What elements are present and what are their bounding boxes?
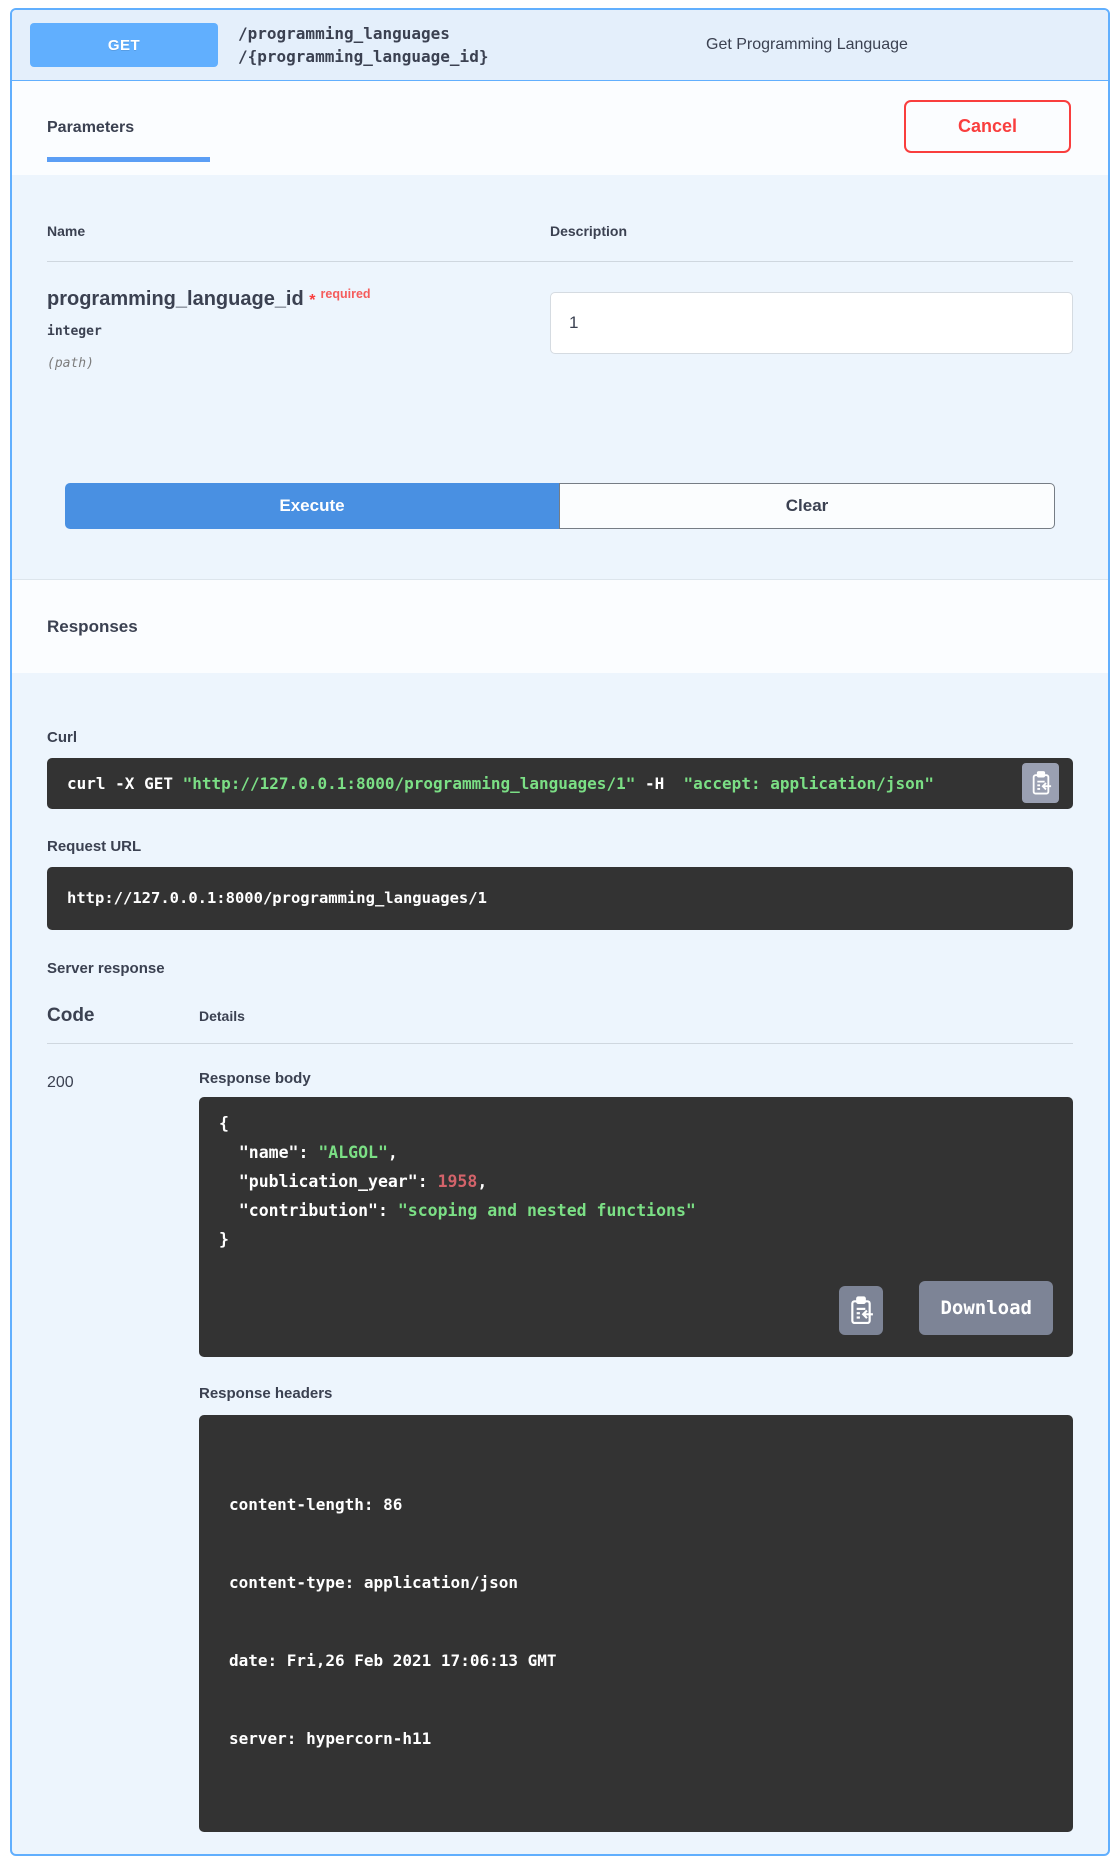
server-response-label: Server response [47,930,1073,977]
json-line: "contribution": "scoping and nested func… [219,1196,1053,1225]
json-string-value: "scoping and nested functions" [398,1201,696,1220]
responses-header: Responses [12,579,1108,673]
json-separator: : [378,1201,398,1220]
copy-curl-button[interactable] [1022,763,1059,803]
response-body-label: Response body [199,1070,1073,1097]
parameters-body: Name Description programming_language_id… [12,175,1108,579]
responses-body: Curl curl -X GET "http://127.0.0.1:8000/… [12,673,1108,1854]
response-body-code: { "name": "ALGOL", "publication_year": 1… [199,1097,1073,1357]
parameters-table-head: Name Description [47,175,1073,239]
download-button[interactable]: Download [919,1281,1053,1335]
column-header-name: Name [47,223,550,239]
response-header-line: content-type: application/json [229,1570,1043,1596]
server-response-row: 200 Response body { "name": "ALGOL", "pu… [47,1070,1073,1832]
json-close-brace: } [219,1225,1053,1254]
clipboard-copy-icon [848,1295,874,1326]
json-separator: : [298,1143,318,1162]
column-header-description: Description [550,223,1073,239]
column-header-details: Details [199,1008,1073,1024]
execute-button[interactable]: Execute [65,483,559,529]
response-header-line: content-length: 86 [229,1492,1043,1518]
endpoint-path: /programming_languages /{programming_lan… [238,22,690,68]
parameter-name: programming_language_id * required [47,288,550,311]
operation-block-get: GET /programming_languages /{programming… [10,8,1110,1856]
cancel-button[interactable]: Cancel [904,100,1071,153]
response-body-buttons: Download [839,1281,1053,1335]
json-separator: : [418,1172,438,1191]
server-response-divider [47,1043,1073,1044]
json-comma: , [477,1172,487,1191]
method-badge: GET [30,23,218,67]
json-line: "name": "ALGOL", [219,1138,1053,1167]
parameter-value-cell [550,288,1073,371]
json-string-value: "ALGOL" [318,1143,388,1162]
request-url-label: Request URL [47,809,1073,867]
server-response-table-head: Code Details [47,1005,1073,1027]
response-header-line: server: hypercorn-h11 [229,1726,1043,1752]
curl-header-string: "accept: application/json" [684,774,934,793]
table-head-divider [47,261,1073,262]
response-headers-label: Response headers [199,1357,1073,1415]
curl-command: curl -X GET "http://127.0.0.1:8000/progr… [47,758,1073,809]
column-header-code: Code [47,1005,199,1027]
response-header-line: date: Fri,26 Feb 2021 17:06:13 GMT [229,1648,1043,1674]
execute-button-group: Execute Clear [65,483,1055,529]
curl-url-string: "http://127.0.0.1:8000/programming_langu… [183,774,636,793]
parameter-row: programming_language_id * required intege… [47,288,1073,371]
parameter-location: (path) [47,356,550,371]
json-key: "name" [219,1143,298,1162]
responses-title: Responses [47,617,138,637]
curl-cmd-text: curl -X GET [67,774,183,793]
endpoint-summary: Get Programming Language [690,36,1090,54]
parameter-type: integer [47,324,550,339]
status-code: 200 [47,1070,199,1832]
tab-active-underline [47,157,210,162]
required-label: required [321,287,371,301]
clear-button[interactable]: Clear [559,483,1055,529]
clipboard-copy-icon [1030,770,1052,796]
parameter-name-text: programming_language_id [47,288,304,310]
curl-label: Curl [47,673,1073,758]
json-line: "publication_year": 1958, [219,1167,1053,1196]
required-star: * [309,292,315,309]
json-open-brace: { [219,1109,1053,1138]
copy-response-button[interactable] [839,1286,883,1335]
parameter-info: programming_language_id * required intege… [47,288,550,371]
json-key: "publication_year" [219,1172,418,1191]
operation-summary-row[interactable]: GET /programming_languages /{programming… [12,10,1108,81]
json-comma: , [388,1143,398,1162]
endpoint-path-line2: /{programming_language_id} [238,45,690,68]
json-number-value: 1958 [438,1172,478,1191]
response-details: Response body { "name": "ALGOL", "public… [199,1070,1073,1832]
parameters-header: Parameters Cancel [12,81,1108,175]
endpoint-path-line1: /programming_languages [238,22,690,45]
json-key: "contribution" [219,1201,378,1220]
curl-flag-text: -H [635,774,683,793]
parameter-value-input[interactable] [550,292,1073,354]
request-url-value: http://127.0.0.1:8000/programming_langua… [47,867,1073,930]
tab-parameters[interactable]: Parameters [47,119,134,137]
response-headers-code: content-length: 86 content-type: applica… [199,1415,1073,1832]
